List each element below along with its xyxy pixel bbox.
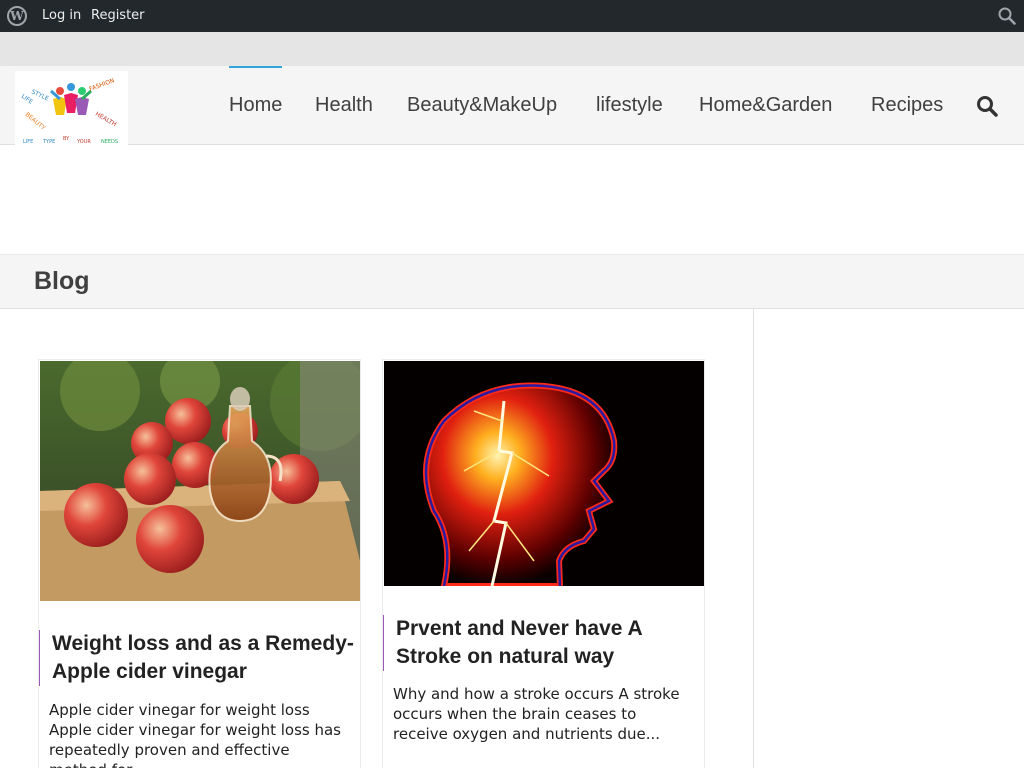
post-image-stroke[interactable]: [384, 361, 704, 586]
page-title: Blog: [34, 267, 90, 295]
svg-text:NEEDS: NEEDS: [101, 139, 118, 145]
wordpress-icon[interactable]: W: [7, 6, 27, 26]
site-header: LIFE STYLE FASHION BEAUTY HEALTH LIFE TY…: [0, 66, 1024, 145]
svg-text:BEAUTY: BEAUTY: [24, 111, 47, 132]
svg-text:BY: BY: [63, 136, 70, 142]
post-title[interactable]: Weight loss and as a Remedy-Apple cider …: [39, 630, 355, 686]
nav-beauty-makeup[interactable]: Beauty&MakeUp: [407, 66, 557, 145]
admin-bar: W Log in Register: [0, 0, 1024, 32]
nav-home[interactable]: Home: [229, 66, 283, 145]
post-card: Weight loss and as a Remedy-Apple cider …: [38, 359, 361, 768]
svg-text:FASHION: FASHION: [88, 77, 115, 93]
nav-lifestyle[interactable]: lifestyle: [596, 66, 663, 145]
top-strip: [0, 32, 1024, 66]
post-image-apples[interactable]: [40, 361, 360, 601]
register-link[interactable]: Register: [91, 0, 145, 32]
login-link[interactable]: Log in: [42, 0, 81, 32]
page-title-bar: Blog: [0, 254, 1024, 309]
nav-search-icon[interactable]: [976, 95, 998, 117]
svg-text:TYPE: TYPE: [42, 139, 55, 145]
post-excerpt: Apple cider vinegar for weight loss Appl…: [49, 701, 341, 768]
svg-text:YOUR: YOUR: [76, 139, 91, 145]
site-logo[interactable]: LIFE STYLE FASHION BEAUTY HEALTH LIFE TY…: [15, 71, 128, 145]
nav-health[interactable]: Health: [315, 66, 373, 145]
search-icon[interactable]: [998, 7, 1016, 25]
post-excerpt: Why and how a stroke occurs A stroke occ…: [393, 685, 680, 743]
svg-text:HEALTH: HEALTH: [94, 111, 118, 129]
sidebar-divider: [753, 309, 754, 768]
post-card: Prvent and Never have A Stroke on natura…: [382, 359, 705, 768]
logo-graphic: LIFE STYLE FASHION BEAUTY HEALTH LIFE TY…: [20, 77, 118, 145]
nav-recipes[interactable]: Recipes: [871, 66, 943, 145]
svg-text:LIFE: LIFE: [23, 139, 33, 145]
post-title[interactable]: Prvent and Never have A Stroke on natura…: [383, 615, 699, 671]
nav-home-garden[interactable]: Home&Garden: [699, 66, 832, 145]
